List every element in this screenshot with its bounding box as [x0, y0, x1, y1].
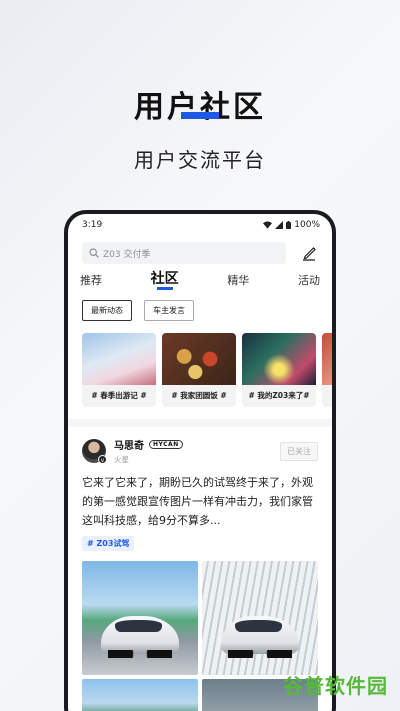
- topic-card[interactable]: [322, 333, 332, 407]
- author-name-row: 马思奇 HYCAN: [114, 437, 280, 452]
- topic-image: [82, 333, 156, 385]
- topic-label: # 我的Z03来了#: [248, 391, 310, 400]
- battery-level: 100%: [294, 220, 320, 230]
- avatar[interactable]: v: [82, 439, 107, 464]
- car-image: [220, 615, 300, 659]
- section-divider: [68, 419, 332, 427]
- topic-image: [162, 333, 236, 385]
- wifi-icon: [263, 221, 273, 229]
- hashtag-icon: #: [87, 539, 97, 548]
- topic-label: # 我家团圆饭 #: [171, 391, 227, 400]
- phone-frame: 3:19 100% Z03 交付季 推荐 社区 精华 活动 最新动态 车主发言 …: [64, 210, 336, 711]
- search-input[interactable]: Z03 交付季: [82, 242, 286, 264]
- post-photo[interactable]: [82, 679, 198, 711]
- topic-label: # 春季出游记 #: [91, 391, 147, 400]
- post-header: v 马思奇 HYCAN 火星 已关注: [68, 427, 332, 465]
- post-photo[interactable]: [202, 561, 318, 675]
- post-hashtag[interactable]: # Z03试驾: [82, 536, 135, 551]
- search-placeholder: Z03 交付季: [103, 249, 151, 260]
- tab-recommend[interactable]: 推荐: [80, 272, 102, 292]
- hashtag-label: Z03试驾: [96, 539, 130, 548]
- post-text[interactable]: 它来了它来了，期盼已久的试驾终于来了，外观的第一感觉跟宣传图片一样有冲击力，我们…: [68, 465, 332, 530]
- search-row: Z03 交付季: [68, 236, 332, 264]
- tab-featured[interactable]: 精华: [227, 272, 249, 292]
- status-time: 3:19: [82, 220, 103, 230]
- post-photo[interactable]: [82, 561, 198, 675]
- topic-card[interactable]: # 我家团圆饭 #: [162, 333, 236, 407]
- tab-bar: 推荐 社区 精华 活动: [68, 264, 332, 292]
- verified-icon: v: [98, 455, 107, 464]
- follow-button[interactable]: 已关注: [280, 441, 318, 461]
- car-image: [100, 615, 180, 659]
- topic-card[interactable]: # 我的Z03来了#: [242, 333, 316, 407]
- topic-image: [322, 333, 332, 385]
- battery-icon: [286, 221, 292, 229]
- author-info: 马思奇 HYCAN 火星: [114, 437, 280, 465]
- topic-image: [242, 333, 316, 385]
- status-bar: 3:19 100%: [68, 214, 332, 236]
- status-icons: 100%: [263, 220, 320, 230]
- phone-screen: 3:19 100% Z03 交付季 推荐 社区 精华 活动 最新动态 车主发言 …: [68, 214, 332, 711]
- hero-subtitle: 用户交流平台: [134, 148, 266, 172]
- tab-community[interactable]: 社区: [151, 268, 179, 292]
- search-icon: [89, 248, 99, 258]
- filter-row: 最新动态 车主发言: [68, 292, 332, 321]
- topic-card[interactable]: # 春季出游记 #: [82, 333, 156, 407]
- hero-title: 用户社区: [134, 90, 266, 125]
- hero-underline: [181, 112, 219, 119]
- author-name[interactable]: 马思奇: [114, 437, 144, 452]
- watermark-logo: 谷普软件园: [283, 674, 388, 698]
- author-level: 火星: [114, 455, 129, 464]
- brand-badge: HYCAN: [149, 440, 183, 449]
- edit-icon[interactable]: [300, 244, 318, 262]
- filter-latest[interactable]: 最新动态: [82, 300, 132, 321]
- topic-carousel: # 春季出游记 # # 我家团圆饭 # # 我的Z03来了#: [68, 321, 332, 407]
- filter-owner-posts[interactable]: 车主发言: [144, 300, 194, 321]
- signal-icon: [275, 221, 284, 229]
- tab-events[interactable]: 活动: [298, 272, 320, 292]
